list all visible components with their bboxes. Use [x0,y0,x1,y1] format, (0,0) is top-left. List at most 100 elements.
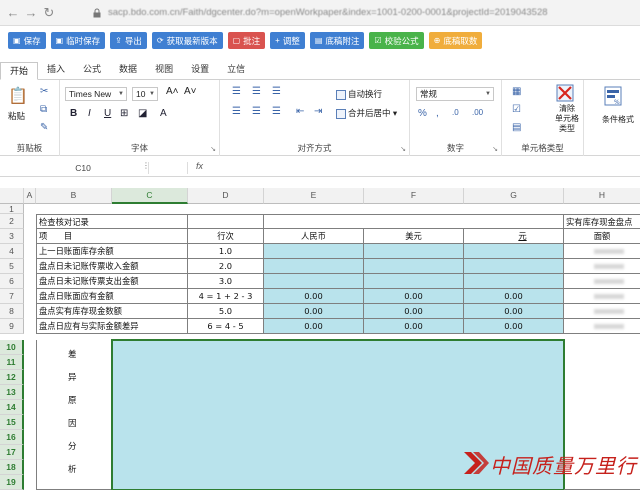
row-header[interactable]: 18 [0,460,24,475]
select-all-corner[interactable] [0,188,24,204]
clear-cell-type-icon[interactable] [556,84,574,102]
row-header[interactable]: 11 [0,355,24,370]
row-header[interactable]: 5 [0,259,24,274]
cash-count-cell[interactable] [564,304,640,319]
column-header-a[interactable]: A [24,188,36,204]
paste-icon[interactable]: 📋 [8,86,28,106]
row-header[interactable]: 4 [0,244,24,259]
item-label-cell[interactable]: 盘点日未记账传票收入金额 [36,259,188,274]
column-header-d[interactable]: D [188,188,264,204]
shrink-font-icon[interactable]: A˅ [184,86,197,97]
row-header[interactable]: 16 [0,430,24,445]
other-currency-amount-cell[interactable]: 0.00 [464,319,564,334]
usd-amount-cell[interactable] [364,274,464,289]
tab-insert[interactable]: 插入 [38,61,74,79]
export-button[interactable]: ⇪ 导出 [110,32,147,49]
column-header-b[interactable]: B [36,188,112,204]
reload-icon[interactable]: ↻ [40,5,58,21]
empty-cell[interactable] [188,214,264,229]
get-latest-button[interactable]: ⟳ 获取最新版本 [151,32,223,49]
tab-data[interactable]: 数据 [110,61,146,79]
tab-home[interactable]: 开始 [0,62,39,80]
temp-save-button[interactable]: ▣ 临时保存 [50,32,106,49]
other-currency-amount-cell[interactable] [464,259,564,274]
row-header[interactable]: 12 [0,370,24,385]
line-number-cell[interactable]: 2.0 [188,259,264,274]
row-header[interactable]: 2 [0,214,24,229]
rmb-amount-cell[interactable]: 0.00 [264,304,364,319]
paste-button[interactable]: 粘贴 [8,110,25,122]
cell-style-icon[interactable]: ▦ [512,86,521,97]
font-size-select[interactable]: 10 ▼ [132,87,158,101]
number-format-select[interactable]: 常规 ▼ [416,87,494,101]
rmb-amount-cell[interactable]: 0.00 [264,289,364,304]
other-currency-amount-cell[interactable]: 0.00 [464,289,564,304]
grow-font-icon[interactable]: A˄ [166,86,179,97]
workpaper-note-button[interactable]: ▤ 底稿附注 [309,32,365,49]
empty-cell[interactable] [264,214,564,229]
conditional-format-button[interactable]: 条件格式 [602,114,634,125]
usd-amount-cell[interactable] [364,244,464,259]
underline-icon[interactable]: U [104,108,111,119]
cash-count-cell[interactable] [564,274,640,289]
clear-cell-type-button[interactable]: 清除 单元格 类型 [552,104,582,134]
tab-view[interactable]: 视图 [146,61,182,79]
italic-icon[interactable]: I [88,108,91,119]
usd-amount-cell[interactable]: 0.00 [364,289,464,304]
column-header-h[interactable]: H [564,188,640,204]
align-left-icon[interactable]: ☰ [232,106,241,117]
format-painter-icon[interactable]: ✎ [40,122,48,133]
save-button[interactable]: ▣ 保存 [8,32,46,49]
line-number-cell[interactable]: 1.0 [188,244,264,259]
rmb-amount-cell[interactable] [264,244,364,259]
column-header-f[interactable]: F [364,188,464,204]
dialog-launcher-icon[interactable]: ↘ [492,145,498,153]
merge-center-button[interactable]: 合并后居中 ▾ [336,107,397,119]
conditional-format-icon[interactable]: % [604,86,622,106]
combo-cell-icon[interactable]: ▤ [512,122,521,133]
indent-increase-icon[interactable]: ⇥ [314,106,322,117]
item-header[interactable]: 项 目 [36,229,188,244]
tab-formula[interactable]: 公式 [74,61,110,79]
row-header[interactable]: 9 [0,319,24,334]
align-right-icon[interactable]: ☰ [272,106,281,117]
border-icon[interactable]: ⊞ [120,108,128,119]
item-label-cell[interactable]: 盘点实有库存现金数额 [36,304,188,319]
line-number-cell[interactable]: 3.0 [188,274,264,289]
row-header[interactable]: 15 [0,415,24,430]
title-cell[interactable]: 检查核对记录 [36,214,188,229]
copy-icon[interactable]: ⧉ [40,104,47,115]
cash-count-cell[interactable] [564,289,640,304]
row-header[interactable]: 6 [0,274,24,289]
other-currency-amount-cell[interactable]: 0.00 [464,304,564,319]
usd-header[interactable]: 美元 [364,229,464,244]
cash-count-cell[interactable] [564,244,640,259]
row-header[interactable]: 7 [0,289,24,304]
forward-icon[interactable]: → [22,5,40,20]
align-top-icon[interactable]: ☰ [232,86,241,97]
usd-amount-cell[interactable] [364,259,464,274]
other-currency-amount-cell[interactable] [464,244,564,259]
dialog-launcher-icon[interactable]: ↘ [210,145,216,153]
dialog-launcher-icon[interactable]: ↘ [400,145,406,153]
row-header[interactable]: 19 [0,475,24,490]
item-label-cell[interactable]: 盘点日应有与实际金额差异 [36,319,188,334]
row-header[interactable]: 10 [0,340,24,355]
line-no-header[interactable]: 行次 [188,229,264,244]
wrap-text-button[interactable]: 自动换行 [336,88,382,100]
item-label-cell[interactable]: 盘点日账面应有金额 [36,289,188,304]
row-header[interactable]: 14 [0,400,24,415]
cash-count-cell[interactable] [564,259,640,274]
function-icon[interactable]: fx [196,161,203,171]
verify-formula-button[interactable]: ☑ 校验公式 [369,32,424,49]
align-center-icon[interactable]: ☰ [252,106,261,117]
row-header[interactable]: 13 [0,385,24,400]
column-header-c[interactable]: C [112,188,188,204]
cash-count-header[interactable]: 实有库存现金盘点 [564,214,640,229]
fetch-data-button[interactable]: ⊕ 底稿取数 [428,32,483,49]
line-number-cell[interactable]: 4 = 1 + 2 - 3 [188,289,264,304]
tab-settings[interactable]: 设置 [182,61,218,79]
rmb-amount-cell[interactable] [264,274,364,289]
tab-lixin[interactable]: 立信 [218,61,254,79]
indent-decrease-icon[interactable]: ⇤ [296,106,304,117]
